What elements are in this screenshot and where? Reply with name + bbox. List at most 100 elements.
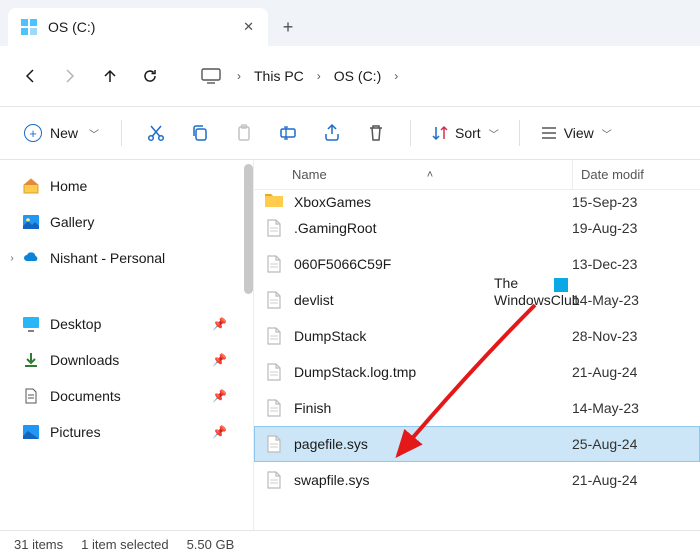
share-button[interactable] [310, 113, 354, 153]
table-row[interactable]: DumpStack28-Nov-23 [254, 318, 700, 354]
file-date: 13-Dec-23 [572, 256, 637, 272]
chevron-down-icon: ﹀ [89, 126, 99, 141]
sort-ascending-icon: ˄ [427, 169, 433, 181]
sort-label: Sort [455, 125, 481, 141]
documents-icon [22, 387, 40, 405]
column-name[interactable]: Name [292, 167, 327, 182]
back-button[interactable] [10, 56, 50, 96]
file-name: 060F5066C59F [294, 256, 572, 272]
downloads-icon [22, 351, 40, 369]
file-date: 19-Aug-23 [572, 220, 637, 236]
command-toolbar: + New ﹀ Sort ﹀ View ﹀ [0, 106, 700, 160]
refresh-button[interactable] [130, 56, 170, 96]
file-name: DumpStack.log.tmp [294, 364, 572, 380]
expand-icon[interactable]: › [4, 253, 20, 264]
rename-button[interactable] [266, 113, 310, 153]
new-label: New [50, 125, 78, 141]
file-list-panel: Name ˄ Date modif XboxGames15-Sep-23.Gami… [253, 160, 700, 530]
sidebar-item-label: Home [50, 178, 87, 194]
up-button[interactable] [90, 56, 130, 96]
status-selected: 1 item selected [81, 537, 168, 552]
file-date: 25-Aug-24 [572, 436, 637, 452]
file-date: 21-Aug-24 [572, 472, 637, 488]
active-tab[interactable]: OS (C:) ✕ [8, 8, 268, 46]
drive-icon [20, 18, 38, 36]
file-list: XboxGames15-Sep-23.GamingRoot19-Aug-2306… [254, 190, 700, 498]
sidebar-item-documents[interactable]: Documents 📌 [4, 378, 249, 414]
table-row[interactable]: DumpStack.log.tmp21-Aug-24 [254, 354, 700, 390]
view-label: View [564, 125, 594, 141]
pictures-icon [22, 423, 40, 441]
file-date: 14-May-23 [572, 400, 639, 416]
sidebar-item-label: Gallery [50, 214, 94, 230]
sidebar-item-downloads[interactable]: Downloads 📌 [4, 342, 249, 378]
new-tab-button[interactable]: + [268, 8, 308, 46]
breadcrumb-segment-drive[interactable]: OS (C:) [330, 68, 385, 84]
sort-icon [431, 124, 449, 142]
file-date: 28-Nov-23 [572, 328, 637, 344]
chevron-right-icon[interactable]: › [385, 69, 407, 83]
gallery-icon [22, 213, 40, 231]
file-date: 21-Aug-24 [572, 364, 637, 380]
table-row[interactable]: devlist14-May-23 [254, 282, 700, 318]
table-row[interactable]: pagefile.sys25-Aug-24 [254, 426, 700, 462]
sidebar-item-label: Pictures [50, 424, 101, 440]
column-header[interactable]: Name ˄ Date modif [254, 160, 700, 190]
status-count: 31 items [14, 537, 63, 552]
file-name: pagefile.sys [294, 436, 572, 452]
sidebar-scrollbar[interactable] [244, 164, 253, 294]
sidebar-item-label: Nishant - Personal [50, 250, 165, 266]
sidebar-item-onedrive[interactable]: › Nishant - Personal [4, 240, 249, 276]
cut-button[interactable] [134, 113, 178, 153]
status-bar: 31 items 1 item selected 5.50 GB [0, 530, 700, 557]
forward-button[interactable] [50, 56, 90, 96]
close-tab-icon[interactable]: ✕ [243, 19, 254, 35]
table-row[interactable]: 060F5066C59F13-Dec-23 [254, 246, 700, 282]
status-size: 5.50 GB [187, 537, 235, 552]
table-row[interactable]: Finish14-May-23 [254, 390, 700, 426]
pin-icon[interactable]: 📌 [212, 317, 227, 331]
table-row[interactable]: .GamingRoot19-Aug-23 [254, 210, 700, 246]
file-name: XboxGames [294, 194, 572, 210]
file-name: DumpStack [294, 328, 572, 344]
plus-icon: + [24, 124, 42, 142]
divider [121, 120, 122, 146]
sidebar-item-pictures[interactable]: Pictures 📌 [4, 414, 249, 450]
tab-bar: OS (C:) ✕ + [0, 0, 700, 46]
sidebar-item-label: Documents [50, 388, 121, 404]
paste-button[interactable] [222, 113, 266, 153]
file-date: 14-May-23 [572, 292, 639, 308]
desktop-icon [22, 315, 40, 333]
view-icon [540, 124, 558, 142]
content-area: Home Gallery › Nishant - Personal Deskto… [0, 160, 700, 530]
table-row[interactable]: XboxGames15-Sep-23 [254, 190, 700, 210]
sort-button[interactable]: Sort ﹀ [423, 115, 507, 151]
home-icon [22, 177, 40, 195]
chevron-right-icon[interactable]: › [228, 69, 250, 83]
pc-icon [200, 67, 222, 85]
chevron-down-icon: ﹀ [489, 126, 499, 141]
file-date: 15-Sep-23 [572, 194, 637, 210]
breadcrumb[interactable]: › This PC › OS (C:) › [200, 56, 407, 96]
file-name: Finish [294, 400, 572, 416]
onedrive-icon [22, 249, 40, 267]
watermark-text: TheWindowsClub [494, 275, 580, 309]
pin-icon[interactable]: 📌 [212, 353, 227, 367]
view-button[interactable]: View ﹀ [532, 115, 620, 151]
breadcrumb-segment-thispc[interactable]: This PC [250, 68, 308, 84]
column-date[interactable]: Date modif [581, 167, 644, 182]
new-button[interactable]: + New ﹀ [14, 115, 109, 151]
tab-title: OS (C:) [48, 19, 95, 35]
chevron-right-icon[interactable]: › [308, 69, 330, 83]
pin-icon[interactable]: 📌 [212, 389, 227, 403]
table-row[interactable]: swapfile.sys21-Aug-24 [254, 462, 700, 498]
file-name: swapfile.sys [294, 472, 572, 488]
copy-button[interactable] [178, 113, 222, 153]
delete-button[interactable] [354, 113, 398, 153]
navigation-bar: › This PC › OS (C:) › [0, 46, 700, 106]
pin-icon[interactable]: 📌 [212, 425, 227, 439]
sidebar-item-gallery[interactable]: Gallery [4, 204, 249, 240]
sidebar-item-home[interactable]: Home [4, 168, 249, 204]
sidebar-item-label: Downloads [50, 352, 119, 368]
sidebar-item-desktop[interactable]: Desktop 📌 [4, 306, 249, 342]
